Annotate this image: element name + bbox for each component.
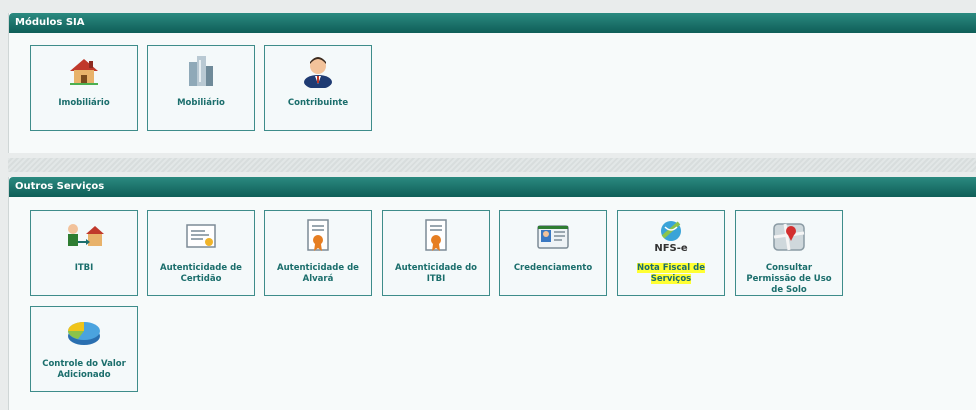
tile-imobiliario[interactable]: Imobiliário xyxy=(30,45,138,131)
certificate-icon xyxy=(148,219,254,253)
tile-mobiliario[interactable]: Mobiliário xyxy=(147,45,255,131)
person-icon xyxy=(265,54,371,88)
tile-label: Autenticidade de Certidão xyxy=(160,263,242,284)
itbi-document-icon xyxy=(383,219,489,253)
tile-label: Autenticidade de Alvará xyxy=(277,263,359,284)
map-pin-icon xyxy=(736,219,842,253)
tile-itbi[interactable]: ITBI xyxy=(30,210,138,296)
tile-credenciamento[interactable]: Credenciamento xyxy=(499,210,607,296)
nfse-label-text: Nota Fiscal de Serviços xyxy=(637,263,705,284)
buildings-icon xyxy=(148,54,254,88)
tile-controle-valor-adicionado[interactable]: Controle do Valor Adicionado xyxy=(30,306,138,392)
tile-label: Autenticidade do ITBI xyxy=(395,263,477,284)
house-icon xyxy=(31,54,137,88)
tile-contribuinte[interactable]: Contribuinte xyxy=(264,45,372,131)
section-separator xyxy=(8,158,976,172)
pie-chart-icon xyxy=(31,315,137,349)
services-header: Outros Serviços xyxy=(9,177,976,197)
tile-label: Imobiliário xyxy=(58,98,110,108)
tile-autenticidade-certidao[interactable]: Autenticidade de Certidão xyxy=(147,210,255,296)
nfse-badge: NFS-e xyxy=(654,243,688,254)
nfse-icon: NFS-e xyxy=(618,217,724,257)
tile-label: ITBI xyxy=(74,263,94,273)
property-transfer-icon xyxy=(31,219,137,253)
tile-autenticidade-itbi[interactable]: Autenticidade do ITBI xyxy=(382,210,490,296)
tile-label: Credenciamento xyxy=(513,263,593,273)
tile-autenticidade-alvara[interactable]: Autenticidade de Alvará xyxy=(264,210,372,296)
license-document-icon xyxy=(265,219,371,253)
id-card-icon xyxy=(500,219,606,253)
modules-header: Módulos SIA xyxy=(9,13,976,33)
tile-label: Controle do Valor Adicionado xyxy=(42,359,126,380)
tile-label: Nota Fiscal de Serviços xyxy=(622,263,720,285)
tile-nota-fiscal-servicos[interactable]: NFS-e Nota Fiscal de Serviços xyxy=(617,210,725,296)
tile-label: Consultar Permissão de Uso de Solo xyxy=(746,263,832,295)
tile-label: Mobiliário xyxy=(177,98,225,108)
tile-consultar-permissao[interactable]: Consultar Permissão de Uso de Solo xyxy=(735,210,843,296)
tile-label: Contribuinte xyxy=(287,98,349,108)
